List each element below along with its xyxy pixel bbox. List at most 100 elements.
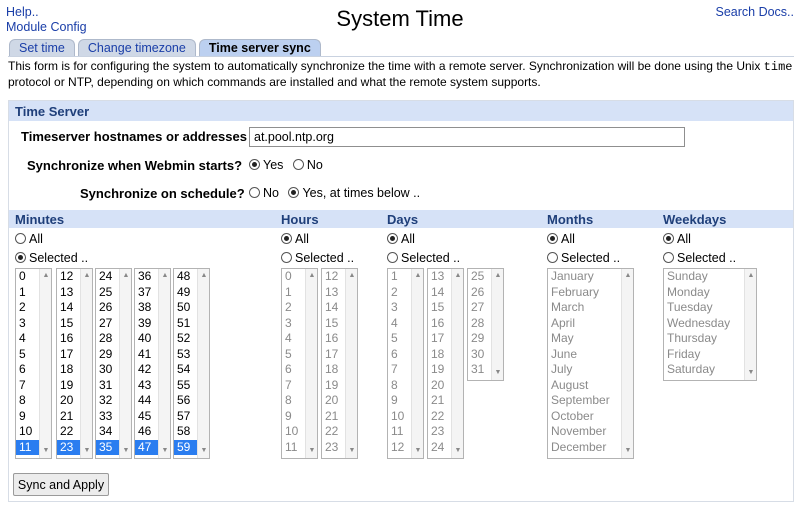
list-item[interactable]: Sunday: [664, 269, 756, 285]
minutes-all-radio[interactable]: [15, 233, 26, 244]
weekdays-all-radio[interactable]: [663, 233, 674, 244]
scroll-up-icon[interactable]: ▲: [622, 270, 633, 282]
scrollbar[interactable]: ▲ ▼: [39, 269, 51, 458]
hours-list-2[interactable]: 12 13 14 15 16 17 18 19 20 21 22 23 ▲ ▼: [321, 268, 358, 459]
days-list-2[interactable]: 13 14 15 16 17 18 19 20 21 22 23 24 ▲ ▼: [427, 268, 464, 459]
scroll-down-icon[interactable]: ▼: [412, 445, 423, 457]
scroll-up-icon[interactable]: ▲: [159, 270, 170, 282]
months-list[interactable]: January February March April May June July Augu…: [547, 268, 634, 459]
sync-schedule-label: Synchronize on schedule?: [80, 186, 245, 201]
sync-and-apply-button[interactable]: Sync and Apply: [13, 473, 109, 496]
sync-schedule-options: No Yes, at times below ..: [249, 186, 426, 200]
weekdays-selected-radio[interactable]: [663, 252, 674, 263]
minutes-list-5[interactable]: 48 49 50 51 52 53 54 55 56 57 58 59 ▲ ▼: [173, 268, 210, 459]
hours-selected-option: Selected ..: [281, 251, 354, 265]
scroll-down-icon[interactable]: ▼: [745, 367, 756, 379]
weekdays-selected-option: Selected ..: [663, 251, 736, 265]
scrollbar[interactable]: ▲ ▼: [621, 269, 633, 458]
scroll-up-icon[interactable]: ▲: [81, 270, 92, 282]
scroll-down-icon[interactable]: ▼: [40, 445, 51, 457]
weekdays-list[interactable]: Sunday Monday Tuesday Wednesday Thursday Frid…: [663, 268, 757, 381]
minutes-selected-option: Selected ..: [15, 251, 88, 265]
page-title: System Time: [336, 6, 464, 31]
scrollbar[interactable]: ▲ ▼: [197, 269, 209, 458]
scrollbar[interactable]: ▲ ▼: [451, 269, 463, 458]
list-item[interactable]: Thursday: [664, 331, 756, 347]
months-selected-option: Selected ..: [547, 251, 620, 265]
section-title: Time Server: [9, 101, 793, 121]
hours-header: Hours: [281, 212, 319, 227]
scroll-down-icon[interactable]: ▼: [120, 445, 131, 457]
weekdays-header: Weekdays: [663, 212, 727, 227]
days-all-radio[interactable]: [387, 233, 398, 244]
months-all-radio[interactable]: [547, 233, 558, 244]
scrollbar[interactable]: ▲ ▼: [744, 269, 756, 380]
days-selected-option: Selected ..: [387, 251, 460, 265]
scroll-up-icon[interactable]: ▲: [492, 270, 503, 282]
intro-text: This form is for configuring the system …: [8, 56, 794, 90]
scrollbar[interactable]: ▲ ▼: [305, 269, 317, 458]
minutes-list-3[interactable]: 24 25 26 27 28 29 30 31 32 33 34 35 ▲ ▼: [95, 268, 132, 459]
scroll-up-icon[interactable]: ▲: [40, 270, 51, 282]
months-all-option: All: [547, 232, 575, 246]
scroll-down-icon[interactable]: ▼: [159, 445, 170, 457]
days-list-1[interactable]: 1 2 3 4 5 6 7 8 9 10 11 12 ▲ ▼: [387, 268, 424, 459]
tab-set-time[interactable]: Set time: [9, 39, 75, 56]
scrollbar[interactable]: ▲ ▼: [411, 269, 423, 458]
minutes-list-1[interactable]: 0 1 2 3 4 5 6 7 8 9 10 11 ▲ ▼: [15, 268, 52, 459]
scroll-up-icon[interactable]: ▲: [198, 270, 209, 282]
scrollbar[interactable]: ▲ ▼: [345, 269, 357, 458]
scrollbar[interactable]: ▲ ▼: [119, 269, 131, 458]
hours-list-1[interactable]: 0 1 2 3 4 5 6 7 8 9 10 11 ▲ ▼: [281, 268, 318, 459]
scroll-up-icon[interactable]: ▲: [745, 270, 756, 282]
scroll-up-icon[interactable]: ▲: [452, 270, 463, 282]
minutes-all-option: All: [15, 232, 43, 246]
months-selected-radio[interactable]: [547, 252, 558, 263]
scrollbar[interactable]: ▲ ▼: [80, 269, 92, 458]
list-item[interactable]: Friday: [664, 347, 756, 363]
time-code: time: [763, 60, 793, 74]
time-server-panel: Time Server Timeserver hostnames or addr…: [8, 100, 794, 502]
scroll-down-icon[interactable]: ▼: [81, 445, 92, 457]
sync-schedule-no-radio[interactable]: [249, 187, 260, 198]
sync-start-label: Synchronize when Webmin starts?: [27, 158, 243, 173]
minutes-selected-radio[interactable]: [15, 252, 26, 263]
sync-schedule-yes-radio[interactable]: [288, 187, 300, 198]
weekdays-all-option: All: [663, 232, 691, 246]
list-item[interactable]: Tuesday: [664, 300, 756, 316]
scroll-up-icon[interactable]: ▲: [306, 270, 317, 282]
hours-selected-radio[interactable]: [281, 252, 292, 263]
hours-all-option: All: [281, 232, 309, 246]
scroll-down-icon[interactable]: ▼: [346, 445, 357, 457]
days-selected-radio[interactable]: [387, 252, 398, 263]
scroll-up-icon[interactable]: ▲: [120, 270, 131, 282]
list-item[interactable]: Monday: [664, 285, 756, 301]
scroll-down-icon[interactable]: ▼: [622, 445, 633, 457]
scrollbar[interactable]: ▲ ▼: [158, 269, 170, 458]
scroll-down-icon[interactable]: ▼: [492, 367, 503, 379]
minutes-list-2[interactable]: 12 13 14 15 16 17 18 19 20 21 22 23 ▲ ▼: [56, 268, 93, 459]
days-list-3[interactable]: 25 26 27 28 29 30 31 ▲ ▼: [467, 268, 504, 381]
sync-start-options: Yes No: [249, 158, 329, 172]
tab-change-timezone[interactable]: Change timezone: [77, 39, 196, 56]
scroll-up-icon[interactable]: ▲: [346, 270, 357, 282]
scroll-down-icon[interactable]: ▼: [452, 445, 463, 457]
hours-all-radio[interactable]: [281, 233, 292, 244]
scroll-up-icon[interactable]: ▲: [412, 270, 423, 282]
hostnames-label: Timeserver hostnames or addresses: [21, 129, 247, 144]
tab-bar: Set time Change timezone Time server syn…: [9, 39, 321, 56]
list-item[interactable]: Wednesday: [664, 316, 756, 332]
sync-start-no-radio[interactable]: [292, 159, 304, 170]
days-all-option: All: [387, 232, 415, 246]
days-header: Days: [387, 212, 419, 227]
scroll-down-icon[interactable]: ▼: [306, 445, 317, 457]
hostnames-input[interactable]: [249, 127, 685, 147]
sync-start-yes-radio[interactable]: [249, 159, 260, 170]
scroll-down-icon[interactable]: ▼: [198, 445, 209, 457]
months-header: Months: [547, 212, 594, 227]
minutes-list-4[interactable]: 36 37 38 39 40 41 42 43 44 45 46 47 ▲ ▼: [134, 268, 171, 459]
list-item[interactable]: Saturday: [664, 362, 756, 378]
tab-time-server-sync[interactable]: Time server sync: [198, 39, 321, 56]
scrollbar[interactable]: ▲ ▼: [491, 269, 503, 380]
schedule-header: Minutes Hours Days Months Weekdays: [9, 210, 793, 228]
